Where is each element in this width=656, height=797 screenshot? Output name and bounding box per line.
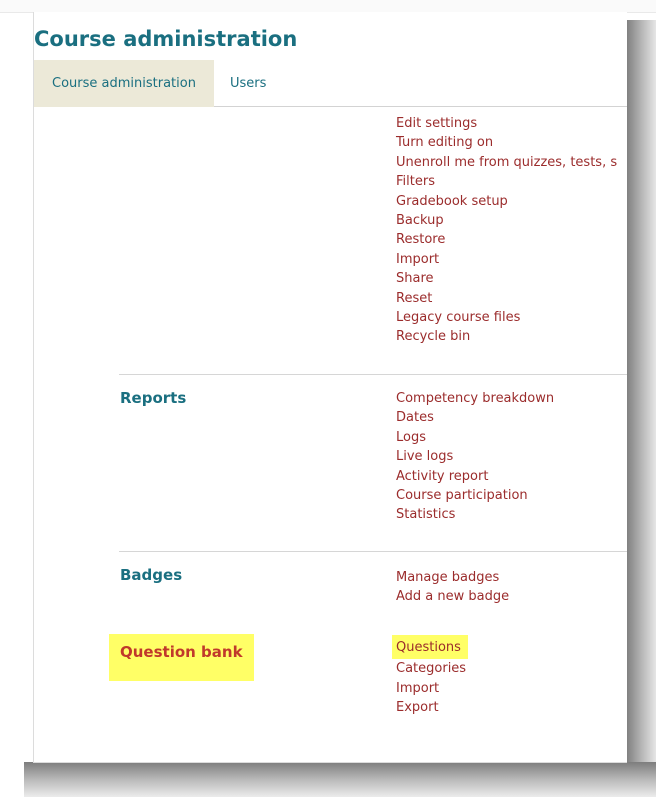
tab-divider bbox=[214, 106, 627, 107]
tab-users[interactable]: Users bbox=[230, 60, 266, 107]
course-admin-page: Course administration Course administrat… bbox=[33, 12, 627, 763]
section-divider bbox=[119, 551, 627, 552]
link-questions[interactable]: Questions bbox=[392, 635, 468, 660]
link-dates[interactable]: Dates bbox=[396, 408, 554, 427]
link-course-participation[interactable]: Course participation bbox=[396, 486, 554, 505]
link-unenroll[interactable]: Unenroll me from quizzes, tests, s bbox=[396, 153, 617, 172]
link-backup[interactable]: Backup bbox=[396, 211, 617, 230]
section-divider bbox=[119, 374, 627, 375]
link-statistics[interactable]: Statistics bbox=[396, 505, 554, 524]
tab-course-administration[interactable]: Course administration bbox=[34, 60, 214, 107]
link-recycle-bin[interactable]: Recycle bin bbox=[396, 327, 617, 346]
reports-section-title: Reports bbox=[120, 389, 187, 407]
link-manage-badges[interactable]: Manage badges bbox=[396, 568, 509, 587]
link-legacy-course-files[interactable]: Legacy course files bbox=[396, 308, 617, 327]
link-reset[interactable]: Reset bbox=[396, 289, 617, 308]
link-live-logs[interactable]: Live logs bbox=[396, 447, 554, 466]
link-share[interactable]: Share bbox=[396, 269, 617, 288]
question-bank-links: Questions Categories Import Export bbox=[392, 635, 468, 718]
link-qb-import[interactable]: Import bbox=[396, 679, 468, 698]
link-competency-breakdown[interactable]: Competency breakdown bbox=[396, 389, 554, 408]
page-title: Course administration bbox=[34, 27, 298, 51]
shadow-frame-bottom bbox=[24, 762, 656, 797]
link-add-new-badge[interactable]: Add a new badge bbox=[396, 587, 509, 606]
link-import[interactable]: Import bbox=[396, 250, 617, 269]
link-gradebook-setup[interactable]: Gradebook setup bbox=[396, 192, 617, 211]
tab-bar: Course administration Users bbox=[34, 60, 627, 107]
link-activity-report[interactable]: Activity report bbox=[396, 467, 554, 486]
link-logs[interactable]: Logs bbox=[396, 428, 554, 447]
link-categories[interactable]: Categories bbox=[396, 659, 468, 678]
link-turn-editing-on[interactable]: Turn editing on bbox=[396, 133, 617, 152]
link-edit-settings[interactable]: Edit settings bbox=[396, 114, 617, 133]
question-bank-section-title: Question bank bbox=[109, 634, 254, 681]
course-links: Edit settings Turn editing on Unenroll m… bbox=[396, 114, 617, 347]
link-qb-export[interactable]: Export bbox=[396, 698, 468, 717]
reports-links: Competency breakdown Dates Logs Live log… bbox=[396, 389, 554, 525]
badges-links: Manage badges Add a new badge bbox=[396, 568, 509, 607]
badges-section-title: Badges bbox=[120, 566, 183, 584]
link-filters[interactable]: Filters bbox=[396, 172, 617, 191]
link-restore[interactable]: Restore bbox=[396, 230, 617, 249]
shadow-frame-right bbox=[626, 20, 656, 780]
